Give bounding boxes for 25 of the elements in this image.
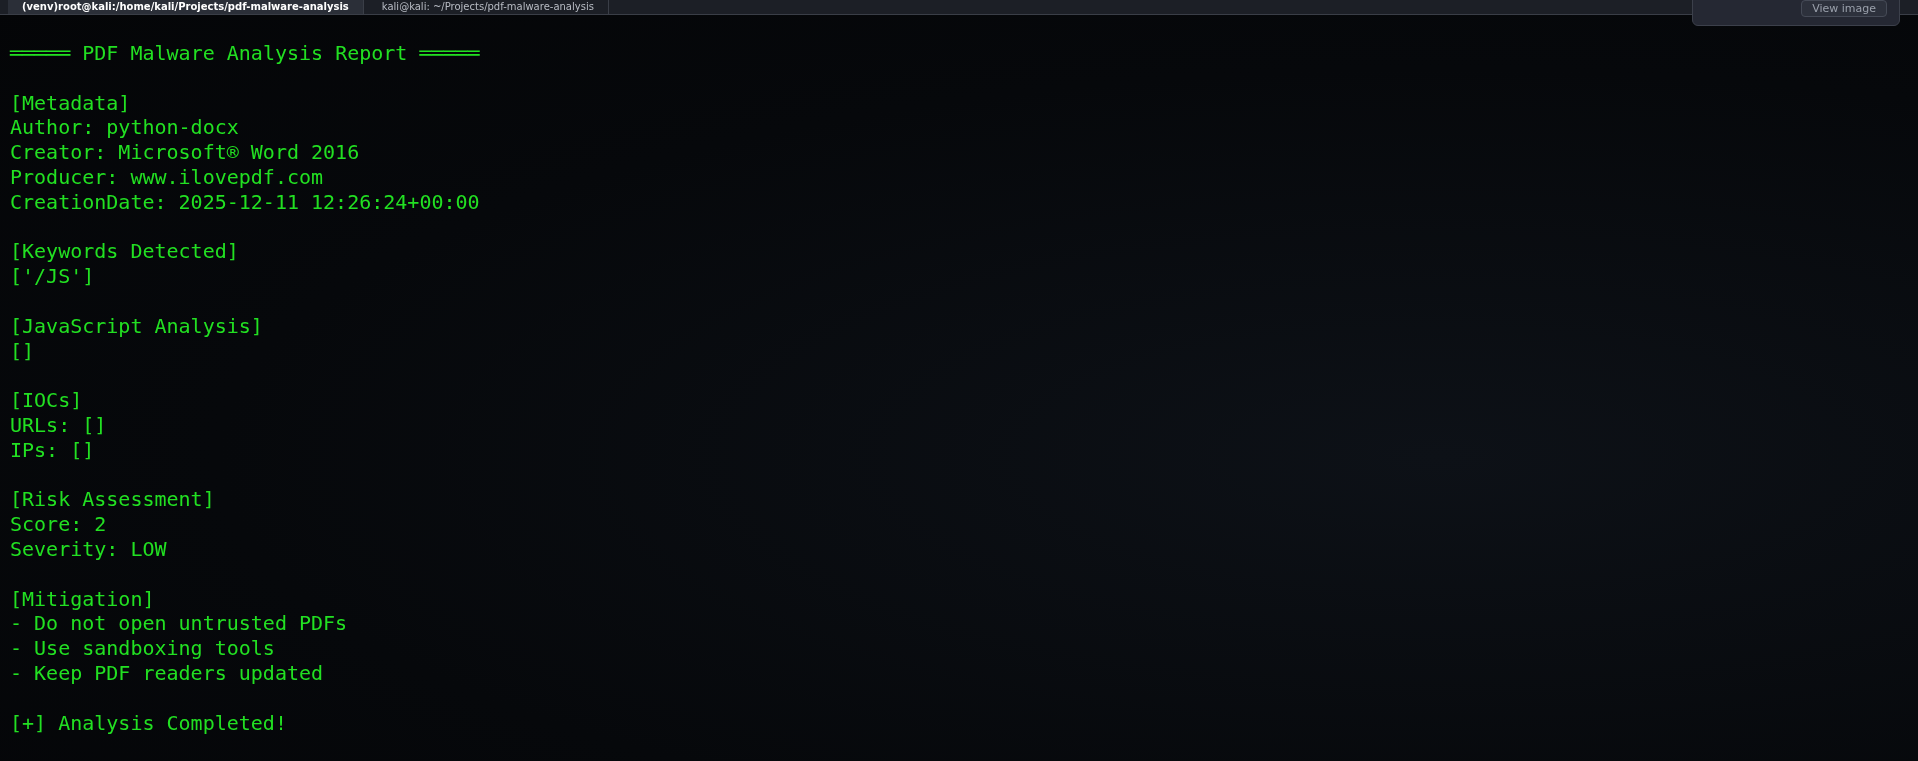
output-line: Author: python-docx xyxy=(10,115,239,140)
output-line: [] xyxy=(10,338,35,363)
output-line: [Mitigation] xyxy=(10,586,155,611)
output-line: Creator: Microsoft® Word 2016 xyxy=(10,140,360,165)
output-line: [JavaScript Analysis] xyxy=(10,313,263,338)
double-rule: ═════ xyxy=(419,41,480,65)
output-line: - Do not open untrusted PDFs xyxy=(10,611,348,636)
view-image-button[interactable]: View image xyxy=(1801,0,1887,17)
output-line: Producer: www.ilovepdf.com xyxy=(10,165,324,189)
output-line: [+] Analysis Completed! xyxy=(10,710,287,735)
output-line: - Keep PDF readers updated xyxy=(10,660,324,685)
output-line: ['/JS'] xyxy=(10,264,95,289)
output-line: - Use sandboxing tools xyxy=(10,636,275,661)
output-line: CreationDate: 2025-12-11 12:26:24+00:00 xyxy=(10,189,480,214)
output-line: URLs: [] xyxy=(10,412,107,437)
output-line: [Keywords Detected] xyxy=(10,239,239,264)
terminal-tab[interactable]: (venv)root@kali:/home/kali/Projects/pdf-malware-analysis xyxy=(8,0,364,14)
output-line: Severity: LOW xyxy=(10,536,167,561)
output-line: Score: 2 xyxy=(10,512,107,537)
output-line: [Risk Assessment] xyxy=(10,487,215,512)
output-line: [IOCs] xyxy=(10,388,83,413)
output-line: [Metadata] xyxy=(10,90,131,115)
output-line: IPs: [] xyxy=(10,437,95,462)
double-rule: ═════ xyxy=(10,41,71,65)
report-title: PDF Malware Analysis Report xyxy=(82,41,408,65)
